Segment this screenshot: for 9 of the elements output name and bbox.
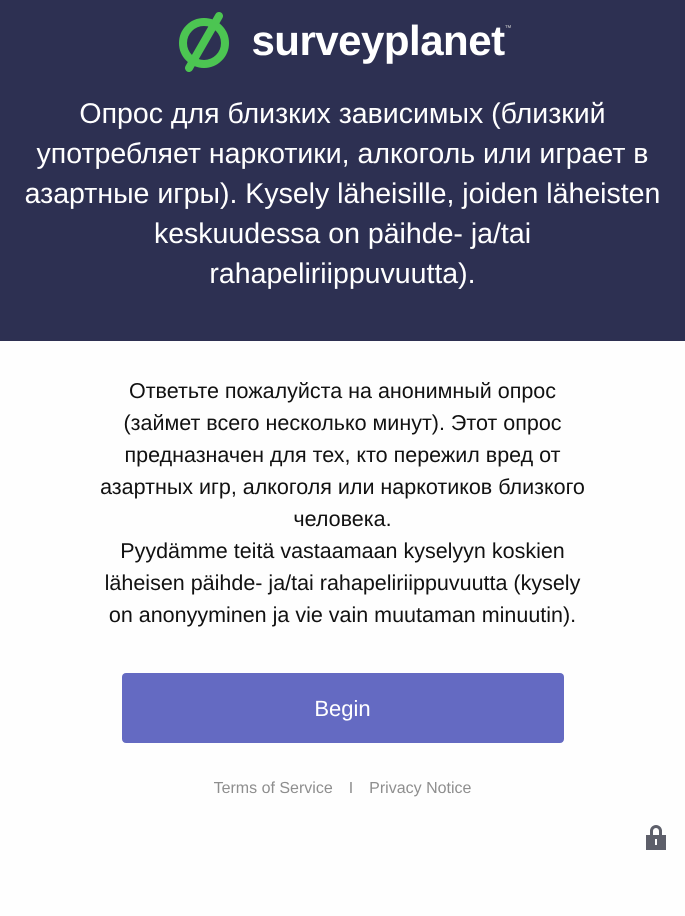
begin-button[interactable]: Begin xyxy=(122,673,564,743)
footer-link[interactable]: Terms of Service xyxy=(214,777,333,801)
intro-paragraph: Ответьте пожалуйста на анонимный опрос (займет всего несколько минут). Этот опрос предназначен для тех, кто пережил вред от азартных игр, алкоголя или наркотиков близкого человека. xyxy=(99,378,586,533)
separator: I xyxy=(348,779,354,799)
logo-text: surveyplanet xyxy=(251,20,505,62)
survey-title: Опрос для близких зависимых (близкий употребляет наркотики, алкоголь или играет в азартные игры). Kysely läheisille, joiden läheisten keskuudessa on päihde- ja/tai rahapeliriippuvuutta). xyxy=(24,97,662,292)
intro-paragraph: Pyydämme teitä vastaamaan kyselyyn koskien läheisen päihde- ja/tai rahapeliriippuvuutta (kysely on anonyyminen ja vie vain muutaman minuutin). xyxy=(104,538,582,629)
lock-icon xyxy=(645,823,667,851)
footer-link[interactable]: Privacy Notice xyxy=(369,777,472,801)
